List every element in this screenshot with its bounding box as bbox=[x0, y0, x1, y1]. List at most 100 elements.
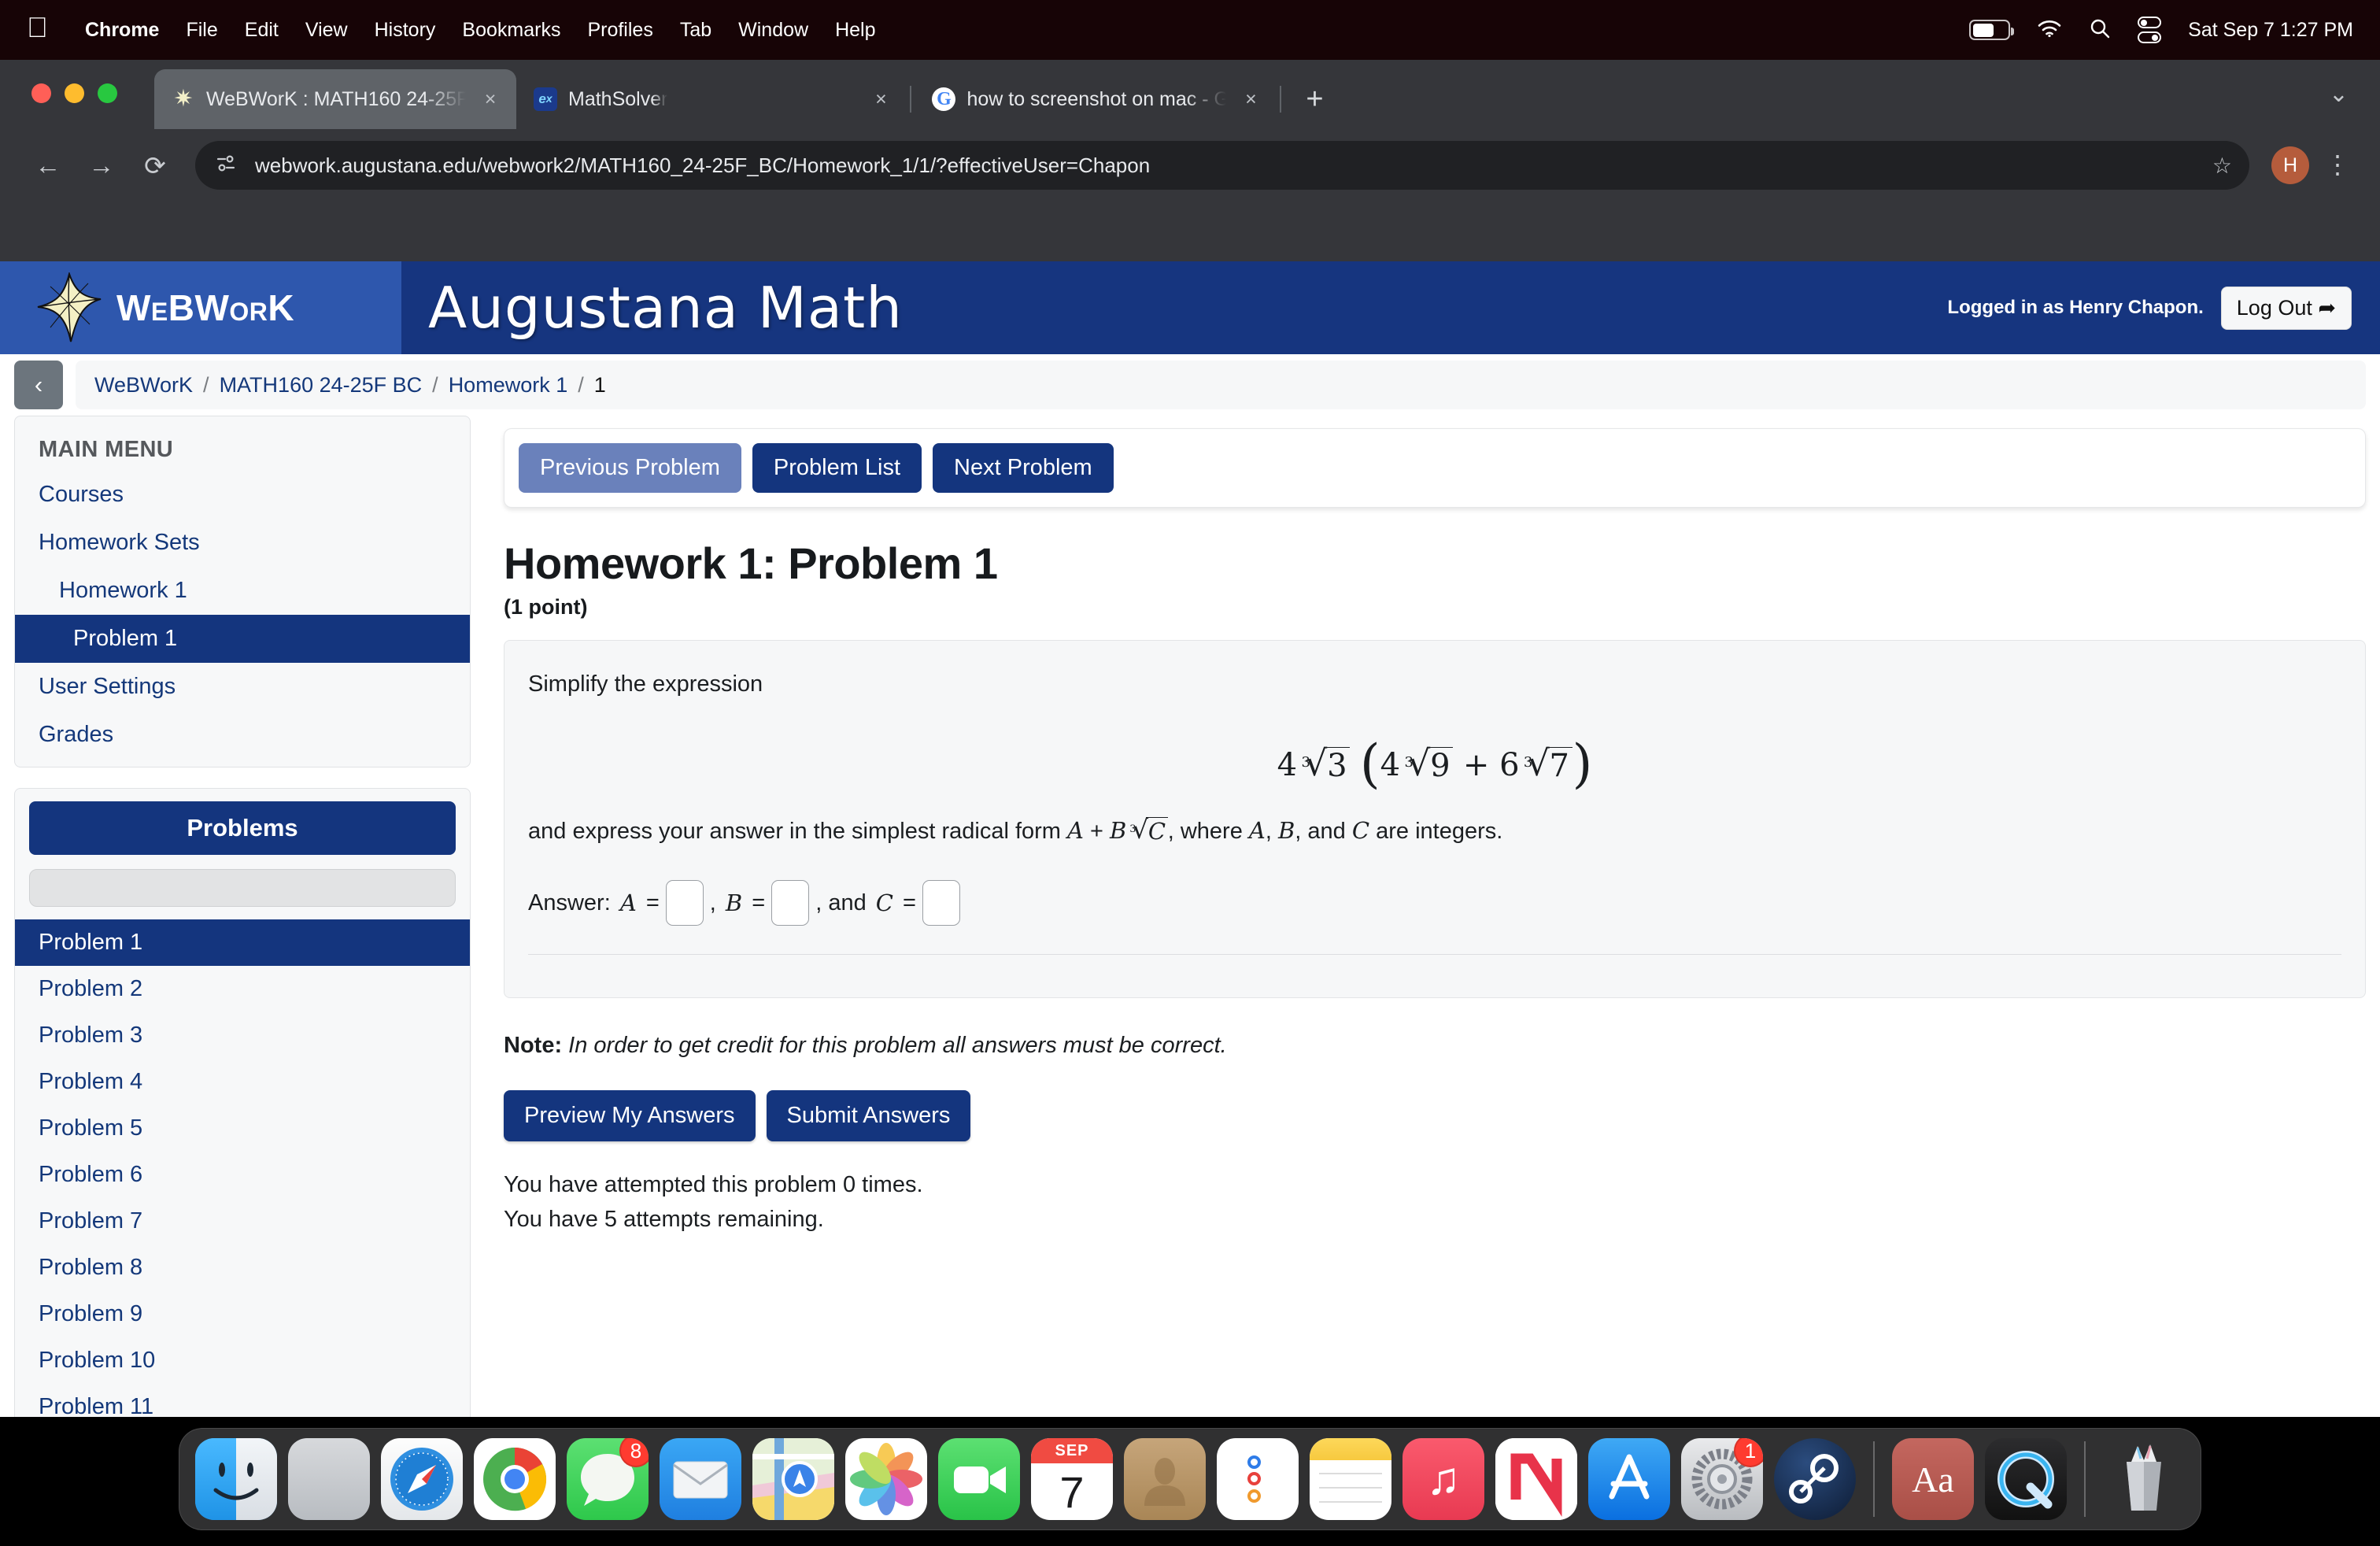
reload-button[interactable]: ⟳ bbox=[131, 141, 179, 190]
sidebar-item-user-settings[interactable]: User Settings bbox=[15, 663, 470, 711]
previous-problem-button[interactable]: Previous Problem bbox=[519, 443, 741, 493]
close-tab-icon[interactable]: × bbox=[867, 88, 894, 111]
list-item[interactable]: Problem 7 bbox=[15, 1198, 470, 1245]
submit-answers-button[interactable]: Submit Answers bbox=[766, 1090, 971, 1142]
dock-item-quicktime[interactable] bbox=[1985, 1438, 2067, 1520]
back-button[interactable]: ← bbox=[24, 141, 72, 190]
menu-file[interactable]: File bbox=[172, 19, 231, 42]
dock-item-music[interactable]: ♫ bbox=[1402, 1438, 1484, 1520]
menu-window[interactable]: Window bbox=[725, 19, 822, 42]
tab-webwork[interactable]: ✷ WeBWorK : MATH160 24-25F × bbox=[154, 69, 516, 129]
problems-search-input[interactable] bbox=[29, 869, 456, 907]
menu-view[interactable]: View bbox=[292, 19, 361, 42]
site-settings-icon[interactable] bbox=[213, 153, 239, 178]
forward-button[interactable]: → bbox=[77, 141, 126, 190]
profile-avatar[interactable]: H bbox=[2271, 146, 2309, 184]
close-tab-icon[interactable]: × bbox=[477, 88, 504, 111]
answer-input-b[interactable] bbox=[771, 880, 810, 926]
list-item[interactable]: Problem 9 bbox=[15, 1291, 470, 1337]
list-item[interactable]: Problem 6 bbox=[15, 1152, 470, 1198]
tab-search-chevron-down-icon[interactable]: ⌄ bbox=[2329, 80, 2349, 108]
menu-bookmarks[interactable]: Bookmarks bbox=[449, 19, 574, 42]
dock-item-finder[interactable] bbox=[195, 1438, 277, 1520]
dock-item-notes[interactable] bbox=[1310, 1438, 1391, 1520]
list-item[interactable]: Problem 1 bbox=[15, 919, 470, 966]
list-item[interactable]: Problem 3 bbox=[15, 1012, 470, 1059]
sidebar-item-homework-sets[interactable]: Homework Sets bbox=[15, 519, 470, 567]
answer-input-a[interactable] bbox=[665, 880, 704, 926]
menu-chrome[interactable]: Chrome bbox=[72, 19, 172, 42]
chrome-logo-icon bbox=[483, 1448, 547, 1511]
sidebar-collapse-button[interactable]: ‹ bbox=[14, 361, 63, 409]
menu-edit[interactable]: Edit bbox=[231, 19, 292, 42]
dock-item-dictionary[interactable]: Aa bbox=[1892, 1438, 1974, 1520]
list-item[interactable]: Problem 2 bbox=[15, 966, 470, 1012]
dock-item-news[interactable] bbox=[1495, 1438, 1577, 1520]
dock-item-facetime[interactable] bbox=[938, 1438, 1020, 1520]
dock-item-app-store[interactable] bbox=[1588, 1438, 1670, 1520]
expr-open-paren: ( bbox=[1359, 733, 1380, 794]
dock-item-contacts[interactable] bbox=[1124, 1438, 1206, 1520]
expr-radical-index: 3 bbox=[1523, 753, 1533, 771]
new-tab-button[interactable]: + bbox=[1292, 77, 1336, 121]
answer-actions: Preview My Answers Submit Answers bbox=[504, 1090, 2366, 1142]
menu-profiles[interactable]: Profiles bbox=[574, 19, 666, 42]
dock-item-system-settings[interactable]: 1 bbox=[1681, 1438, 1763, 1520]
answer-input-c[interactable] bbox=[922, 880, 960, 926]
menu-bar-clock[interactable]: Sat Sep 7 1:27 PM bbox=[2188, 19, 2353, 42]
sidebar-item-courses[interactable]: Courses bbox=[15, 471, 470, 519]
news-logo-icon bbox=[1495, 1438, 1577, 1520]
note-label: Note: bbox=[504, 1033, 563, 1059]
course-banner-title: Augustana Math bbox=[428, 275, 903, 341]
sidebar-item-problem-1[interactable]: Problem 1 bbox=[15, 615, 470, 663]
tab-google-search[interactable]: G how to screenshot on mac - G × bbox=[915, 69, 1277, 129]
dock-item-mail[interactable] bbox=[660, 1438, 741, 1520]
wifi-icon[interactable] bbox=[2037, 19, 2062, 42]
preview-my-answers-button[interactable]: Preview My Answers bbox=[504, 1090, 756, 1142]
list-item[interactable]: Problem 4 bbox=[15, 1059, 470, 1105]
dock-item-calendar[interactable]: SEP 7 bbox=[1031, 1438, 1113, 1520]
close-tab-icon[interactable]: × bbox=[1237, 88, 1264, 111]
dock-item-steam[interactable] bbox=[1774, 1438, 1856, 1520]
list-item[interactable]: Problem 8 bbox=[15, 1245, 470, 1291]
problem-prompt-form: and express your answer in the simplest … bbox=[528, 812, 2341, 849]
breadcrumb-item-course[interactable]: MATH160 24-25F BC bbox=[220, 373, 423, 398]
sidebar-item-homework-1[interactable]: Homework 1 bbox=[15, 567, 470, 615]
control-center-icon[interactable] bbox=[2138, 17, 2162, 43]
apple-menu-icon[interactable]:  bbox=[27, 13, 48, 42]
dock-item-photos[interactable] bbox=[845, 1438, 927, 1520]
maximize-window-button[interactable] bbox=[98, 83, 117, 103]
dock-item-trash[interactable] bbox=[2103, 1438, 2185, 1520]
search-icon[interactable] bbox=[2089, 17, 2111, 43]
dock-item-reminders[interactable] bbox=[1217, 1438, 1299, 1520]
breadcrumb-item-webwork[interactable]: WeBWorK bbox=[94, 373, 193, 398]
battery-icon[interactable] bbox=[1969, 20, 2015, 40]
dock-item-messages[interactable]: 8 bbox=[567, 1438, 649, 1520]
address-bar[interactable]: webwork.augustana.edu/webwork2/MATH160_2… bbox=[195, 141, 2249, 190]
breadcrumb-item-homework[interactable]: Homework 1 bbox=[449, 373, 568, 398]
dock-item-launchpad[interactable] bbox=[288, 1438, 370, 1520]
dock-item-chrome[interactable] bbox=[474, 1438, 556, 1520]
list-item[interactable]: Problem 5 bbox=[15, 1105, 470, 1152]
log-out-button[interactable]: Log Out ➦ bbox=[2220, 286, 2352, 330]
tab-mathsolver[interactable]: ex MathSolver × bbox=[516, 69, 907, 129]
sidebar-item-grades[interactable]: Grades bbox=[15, 711, 470, 767]
close-window-button[interactable] bbox=[31, 83, 51, 103]
problem-list-button[interactable]: Problem List bbox=[752, 443, 922, 493]
list-item[interactable]: Problem 10 bbox=[15, 1337, 470, 1384]
webwork-logo-block[interactable]: WeBWorK bbox=[0, 261, 401, 354]
dock-item-safari[interactable] bbox=[381, 1438, 463, 1520]
next-problem-button[interactable]: Next Problem bbox=[933, 443, 1114, 493]
chrome-menu-icon[interactable]: ⋮ bbox=[2319, 152, 2356, 177]
tab-title: how to screenshot on mac - G bbox=[966, 87, 1227, 110]
minimize-window-button[interactable] bbox=[65, 83, 84, 103]
menu-tab[interactable]: Tab bbox=[667, 19, 725, 42]
problems-panel-header[interactable]: Problems bbox=[29, 801, 456, 855]
menu-help[interactable]: Help bbox=[822, 19, 889, 42]
tab-strip: ✷ WeBWorK : MATH160 24-25F × ex MathSolv… bbox=[0, 60, 2380, 129]
bookmark-star-icon[interactable]: ☆ bbox=[2212, 153, 2232, 179]
dock-item-maps[interactable] bbox=[752, 1438, 834, 1520]
site-header: WeBWorK Augustana Math Logged in as Henr… bbox=[0, 261, 2380, 354]
menu-history[interactable]: History bbox=[361, 19, 449, 42]
expr-close-paren: ) bbox=[1572, 733, 1593, 794]
